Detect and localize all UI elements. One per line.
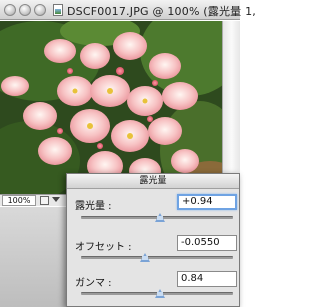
offset-value-field[interactable]: -0.0550 xyxy=(177,235,237,251)
title-bar[interactable]: DSCF0017.JPG @ 100% (露光量 1, xyxy=(0,0,256,20)
image-canvas[interactable] xyxy=(0,21,240,194)
offset-slider-thumb[interactable] xyxy=(139,253,150,262)
window-background xyxy=(0,207,70,307)
dialog-title: 露光量 xyxy=(67,174,239,189)
minimize-window-button[interactable] xyxy=(19,4,31,16)
exposure-dialog: 露光量 露光量 : +0.94 オフセット : -0.0550 ガンマ : 0.… xyxy=(66,173,240,307)
exposure-label: 露光量 : xyxy=(75,201,112,212)
exposure-value-field[interactable]: +0.94 xyxy=(177,194,237,210)
zoom-level-field[interactable]: 100% xyxy=(2,195,36,206)
exposure-slider-thumb[interactable] xyxy=(155,213,166,222)
gamma-label: ガンマ : xyxy=(75,278,112,289)
document-image-icon xyxy=(53,4,63,16)
window-title: DSCF0017.JPG @ 100% (露光量 1, xyxy=(67,5,256,18)
gamma-value-field[interactable]: 0.84 xyxy=(177,271,237,287)
offset-slider-track[interactable] xyxy=(81,256,233,259)
document-info-icon xyxy=(40,196,49,205)
vertical-scrollbar[interactable] xyxy=(222,21,240,194)
close-window-button[interactable] xyxy=(4,4,16,16)
offset-label: オフセット : xyxy=(75,242,132,253)
status-menu-arrow-icon[interactable] xyxy=(52,197,60,202)
gamma-slider-thumb[interactable] xyxy=(155,289,166,298)
zoom-window-button[interactable] xyxy=(34,4,46,16)
flower-photo xyxy=(0,21,222,194)
